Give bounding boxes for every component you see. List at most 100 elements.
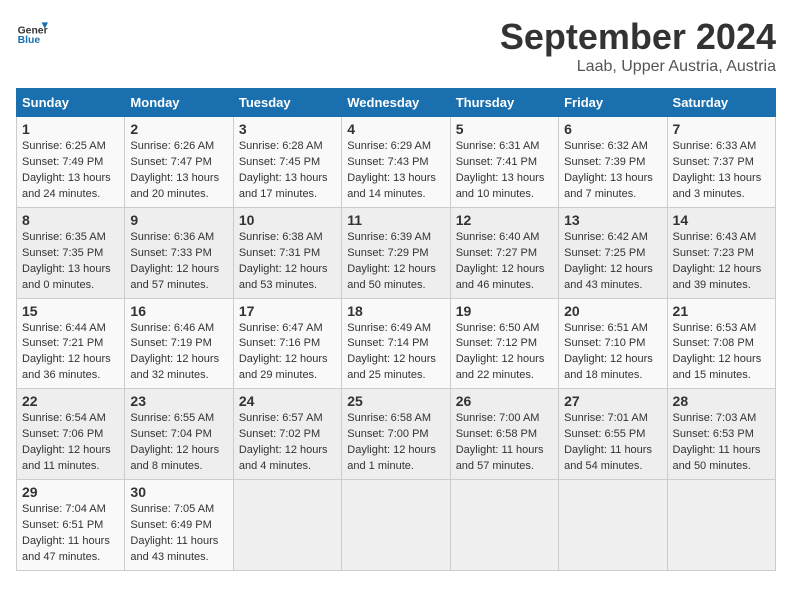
day-number: 24 (239, 393, 336, 409)
day-number: 27 (564, 393, 661, 409)
column-header-wednesday: Wednesday (342, 89, 450, 117)
day-info: Sunrise: 6:58 AM Sunset: 7:00 PM Dayligh… (347, 411, 444, 475)
day-number: 13 (564, 212, 661, 228)
day-info: Sunrise: 6:50 AM Sunset: 7:12 PM Dayligh… (456, 321, 553, 385)
logo: General Blue (16, 16, 48, 48)
calendar-week-row: 22Sunrise: 6:54 AM Sunset: 7:06 PM Dayli… (17, 389, 776, 480)
day-number: 1 (22, 121, 119, 137)
calendar-cell: 20Sunrise: 6:51 AM Sunset: 7:10 PM Dayli… (559, 298, 667, 389)
calendar-cell: 23 Sunrise: 6:55 AM Sunset: 7:04 PM Dayli… (125, 389, 233, 480)
day-info: Sunrise: 6:38 AM Sunset: 7:31 PM Dayligh… (239, 230, 336, 294)
day-number: 10 (239, 212, 336, 228)
location-title: Laab, Upper Austria, Austria (500, 58, 776, 76)
calendar-cell: 8 Sunrise: 6:35 AM Sunset: 7:35 PM Daylig… (17, 207, 125, 298)
calendar-cell (667, 480, 775, 571)
day-info: Sunrise: 7:05 AM Sunset: 6:49 PM Dayligh… (130, 502, 227, 566)
calendar-cell: 13 Sunrise: 6:42 AM Sunset: 7:25 PM Dayli… (559, 207, 667, 298)
calendar-cell: 5Sunrise: 6:31 AM Sunset: 7:41 PM Daylig… (450, 117, 558, 208)
day-number: 23 (130, 393, 227, 409)
day-number: 7 (673, 121, 770, 137)
day-info: Sunrise: 6:44 AM Sunset: 7:21 PM Dayligh… (22, 321, 119, 385)
calendar-cell: 18 Sunrise: 6:49 AM Sunset: 7:14 PM Dayli… (342, 298, 450, 389)
day-info: Sunrise: 6:32 AM Sunset: 7:39 PM Dayligh… (564, 139, 661, 203)
calendar-week-row: 29Sunrise: 7:04 AM Sunset: 6:51 PM Dayli… (17, 480, 776, 571)
day-info: Sunrise: 6:28 AM Sunset: 7:45 PM Dayligh… (239, 139, 336, 203)
title-block: September 2024 Laab, Upper Austria, Aust… (500, 16, 776, 76)
calendar-cell: 22Sunrise: 6:54 AM Sunset: 7:06 PM Dayli… (17, 389, 125, 480)
calendar-cell: 27 Sunrise: 7:01 AM Sunset: 6:55 PM Dayli… (559, 389, 667, 480)
calendar-table: SundayMondayTuesdayWednesdayThursdayFrid… (16, 88, 776, 571)
day-number: 4 (347, 121, 444, 137)
calendar-cell: 28 Sunrise: 7:03 AM Sunset: 6:53 PM Dayli… (667, 389, 775, 480)
column-header-thursday: Thursday (450, 89, 558, 117)
day-number: 28 (673, 393, 770, 409)
day-info: Sunrise: 6:46 AM Sunset: 7:19 PM Dayligh… (130, 321, 227, 385)
day-info: Sunrise: 6:43 AM Sunset: 7:23 PM Dayligh… (673, 230, 770, 294)
calendar-cell: 7 Sunrise: 6:33 AM Sunset: 7:37 PM Daylig… (667, 117, 775, 208)
calendar-header-row: SundayMondayTuesdayWednesdayThursdayFrid… (17, 89, 776, 117)
calendar-cell: 15 Sunrise: 6:44 AM Sunset: 7:21 PM Dayli… (17, 298, 125, 389)
day-number: 21 (673, 303, 770, 319)
day-number: 11 (347, 212, 444, 228)
calendar-cell: 4 Sunrise: 6:29 AM Sunset: 7:43 PM Daylig… (342, 117, 450, 208)
calendar-cell (233, 480, 341, 571)
day-info: Sunrise: 6:33 AM Sunset: 7:37 PM Dayligh… (673, 139, 770, 203)
day-info: Sunrise: 6:53 AM Sunset: 7:08 PM Dayligh… (673, 321, 770, 385)
column-header-monday: Monday (125, 89, 233, 117)
column-header-friday: Friday (559, 89, 667, 117)
day-info: Sunrise: 6:31 AM Sunset: 7:41 PM Dayligh… (456, 139, 553, 203)
day-number: 14 (673, 212, 770, 228)
day-number: 18 (347, 303, 444, 319)
day-number: 3 (239, 121, 336, 137)
day-number: 17 (239, 303, 336, 319)
calendar-cell: 30 Sunrise: 7:05 AM Sunset: 6:49 PM Dayli… (125, 480, 233, 571)
calendar-cell: 11 Sunrise: 6:39 AM Sunset: 7:29 PM Dayli… (342, 207, 450, 298)
calendar-cell: 1 Sunrise: 6:25 AM Sunset: 7:49 PM Daylig… (17, 117, 125, 208)
day-info: Sunrise: 6:54 AM Sunset: 7:06 PM Dayligh… (22, 411, 119, 475)
day-info: Sunrise: 6:29 AM Sunset: 7:43 PM Dayligh… (347, 139, 444, 203)
calendar-week-row: 1 Sunrise: 6:25 AM Sunset: 7:49 PM Daylig… (17, 117, 776, 208)
column-header-tuesday: Tuesday (233, 89, 341, 117)
day-number: 25 (347, 393, 444, 409)
svg-text:Blue: Blue (18, 35, 41, 46)
calendar-cell: 21 Sunrise: 6:53 AM Sunset: 7:08 PM Dayli… (667, 298, 775, 389)
day-info: Sunrise: 6:49 AM Sunset: 7:14 PM Dayligh… (347, 321, 444, 385)
column-header-sunday: Sunday (17, 89, 125, 117)
day-info: Sunrise: 6:36 AM Sunset: 7:33 PM Dayligh… (130, 230, 227, 294)
day-info: Sunrise: 7:03 AM Sunset: 6:53 PM Dayligh… (673, 411, 770, 475)
calendar-cell: 16 Sunrise: 6:46 AM Sunset: 7:19 PM Dayli… (125, 298, 233, 389)
day-number: 30 (130, 484, 227, 500)
calendar-cell: 17Sunrise: 6:47 AM Sunset: 7:16 PM Dayli… (233, 298, 341, 389)
calendar-cell (342, 480, 450, 571)
day-number: 26 (456, 393, 553, 409)
day-info: Sunrise: 6:55 AM Sunset: 7:04 PM Dayligh… (130, 411, 227, 475)
calendar-cell: 24 Sunrise: 6:57 AM Sunset: 7:02 PM Dayli… (233, 389, 341, 480)
calendar-cell: 6 Sunrise: 6:32 AM Sunset: 7:39 PM Daylig… (559, 117, 667, 208)
day-info: Sunrise: 6:35 AM Sunset: 7:35 PM Dayligh… (22, 230, 119, 294)
calendar-cell: 3 Sunrise: 6:28 AM Sunset: 7:45 PM Daylig… (233, 117, 341, 208)
day-number: 6 (564, 121, 661, 137)
day-info: Sunrise: 6:57 AM Sunset: 7:02 PM Dayligh… (239, 411, 336, 475)
calendar-cell: 9 Sunrise: 6:36 AM Sunset: 7:33 PM Daylig… (125, 207, 233, 298)
day-info: Sunrise: 6:40 AM Sunset: 7:27 PM Dayligh… (456, 230, 553, 294)
calendar-week-row: 8 Sunrise: 6:35 AM Sunset: 7:35 PM Daylig… (17, 207, 776, 298)
calendar-cell: 19Sunrise: 6:50 AM Sunset: 7:12 PM Dayli… (450, 298, 558, 389)
day-number: 15 (22, 303, 119, 319)
column-header-saturday: Saturday (667, 89, 775, 117)
day-info: Sunrise: 6:51 AM Sunset: 7:10 PM Dayligh… (564, 321, 661, 385)
day-number: 9 (130, 212, 227, 228)
day-info: Sunrise: 6:39 AM Sunset: 7:29 PM Dayligh… (347, 230, 444, 294)
day-info: Sunrise: 6:42 AM Sunset: 7:25 PM Dayligh… (564, 230, 661, 294)
calendar-cell (559, 480, 667, 571)
day-info: Sunrise: 7:00 AM Sunset: 6:58 PM Dayligh… (456, 411, 553, 475)
calendar-cell: 12 Sunrise: 6:40 AM Sunset: 7:27 PM Dayli… (450, 207, 558, 298)
calendar-cell: 10 Sunrise: 6:38 AM Sunset: 7:31 PM Dayli… (233, 207, 341, 298)
day-number: 8 (22, 212, 119, 228)
calendar-cell: 29Sunrise: 7:04 AM Sunset: 6:51 PM Dayli… (17, 480, 125, 571)
day-info: Sunrise: 7:04 AM Sunset: 6:51 PM Dayligh… (22, 502, 119, 566)
day-number: 16 (130, 303, 227, 319)
calendar-cell: 25 Sunrise: 6:58 AM Sunset: 7:00 PM Dayli… (342, 389, 450, 480)
day-info: Sunrise: 7:01 AM Sunset: 6:55 PM Dayligh… (564, 411, 661, 475)
day-number: 12 (456, 212, 553, 228)
day-info: Sunrise: 6:25 AM Sunset: 7:49 PM Dayligh… (22, 139, 119, 203)
